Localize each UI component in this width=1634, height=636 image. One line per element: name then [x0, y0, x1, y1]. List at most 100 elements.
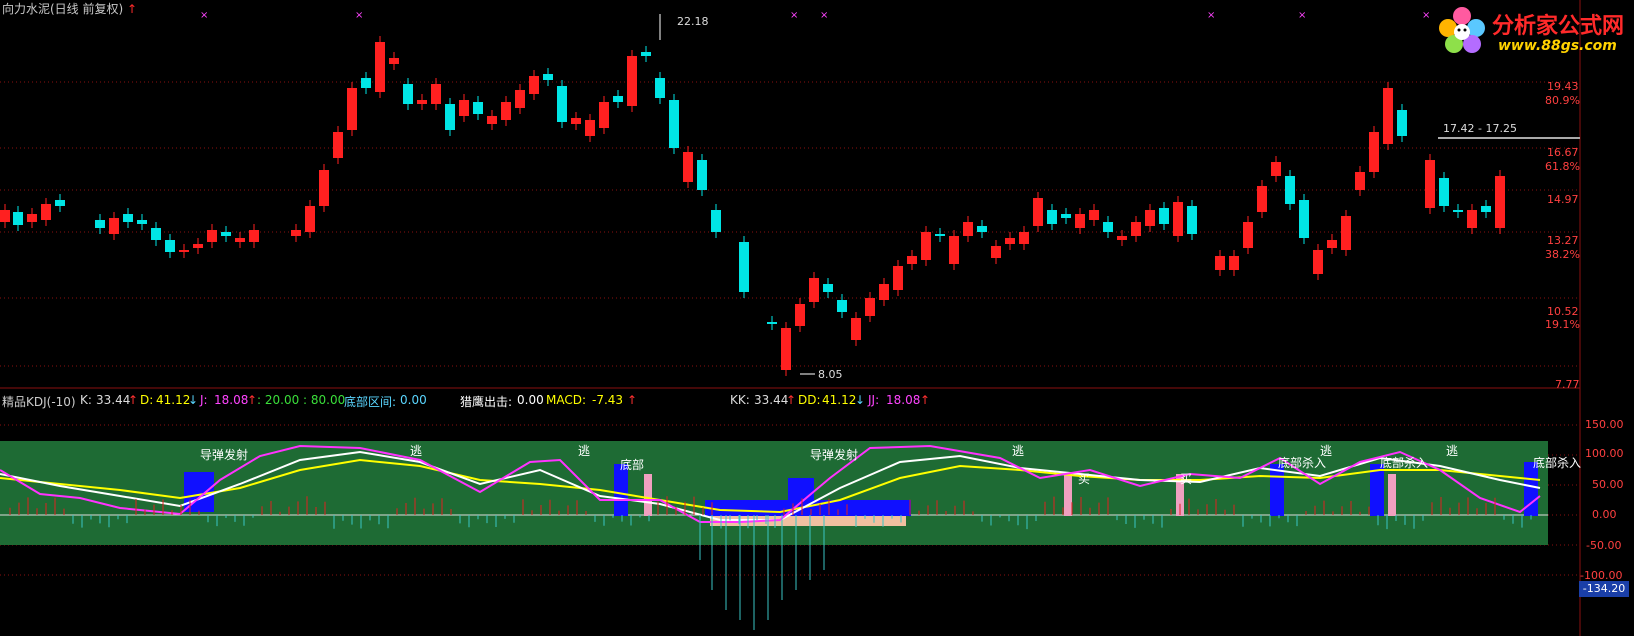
level-values: : 20.00 : 80.00 — [257, 393, 346, 407]
candle-body — [767, 322, 777, 324]
candle-body — [879, 284, 889, 300]
candle-body — [571, 118, 581, 124]
candle-body — [207, 230, 217, 242]
candle-body — [1481, 206, 1491, 212]
candle-body — [865, 298, 875, 316]
candle-body — [27, 214, 37, 222]
indicator-name[interactable]: 精品KDJ(-10) — [2, 393, 76, 410]
candle-body — [55, 200, 65, 206]
price-axis-pct: 80.9% — [1545, 94, 1580, 107]
candle-body — [1285, 176, 1295, 204]
signal-bottom-kill: 底部杀入 — [1278, 456, 1327, 470]
candle-body — [249, 230, 259, 242]
candle-body — [1117, 236, 1127, 240]
candle-body — [515, 90, 525, 108]
candle-body — [319, 170, 329, 206]
candle-body — [1425, 160, 1435, 208]
candle-body — [473, 102, 483, 114]
sub-axis-min-box: -134.20 — [1579, 581, 1629, 597]
candle-body — [1215, 256, 1225, 270]
candle-body — [1453, 210, 1463, 212]
candle-body — [151, 228, 161, 240]
candle-body — [851, 318, 861, 340]
candle-body — [417, 100, 427, 104]
candle-body — [165, 240, 175, 252]
hunt-value: 0.00 — [517, 393, 544, 407]
sub-axis-label: 150.00 — [1585, 418, 1624, 431]
signal-bottom: 底部 — [620, 458, 645, 472]
j-arrow-icon: ↑ — [247, 393, 258, 407]
price-axis-pct: 61.8% — [1545, 160, 1580, 173]
jj-value: 18.08 — [886, 393, 921, 407]
candle-body — [1369, 132, 1379, 172]
candle-body — [641, 52, 651, 56]
candle-body — [1075, 214, 1085, 228]
marker-x: × — [200, 10, 208, 21]
candle-body — [1271, 162, 1281, 176]
candle-body — [683, 152, 693, 182]
candle-body — [837, 300, 847, 312]
candle-body — [333, 132, 343, 158]
candle-body — [1061, 214, 1071, 218]
candle-body — [95, 220, 105, 228]
chart-canvas[interactable]: × × × × × × × — [0, 0, 1634, 636]
candle-body — [361, 78, 371, 88]
marker-x: × — [1298, 10, 1306, 21]
signal-block — [1388, 474, 1396, 516]
candle-body — [123, 214, 133, 222]
candle-body — [963, 222, 973, 236]
price-axis-pct: 38.2% — [1545, 248, 1580, 261]
candle-body — [935, 234, 945, 236]
candle-body — [1047, 210, 1057, 224]
logo-url: www.88gs.com — [1498, 38, 1617, 54]
d-value: 41.12 — [156, 393, 191, 407]
candle-body — [13, 212, 23, 225]
candle-body — [823, 284, 833, 292]
candle-body — [487, 116, 497, 124]
candle-body — [1005, 238, 1015, 244]
candle-body — [669, 100, 679, 148]
signal-escape: 逃 — [410, 444, 423, 458]
marker-x: × — [1422, 10, 1430, 21]
range-label: 17.42 - 17.25 — [1443, 122, 1517, 135]
candle-body — [459, 100, 469, 116]
stock-title-text: 向力水泥(日线 前复权) — [2, 2, 124, 16]
candle-body — [221, 232, 231, 236]
sub-axis-label: -50.00 — [1586, 539, 1622, 552]
candle-body — [0, 210, 10, 222]
k-value: 33.44 — [96, 393, 131, 407]
price-axis-label: 14.97 — [1547, 193, 1579, 206]
high-price-label: 22.18 — [677, 15, 709, 28]
candle-body — [655, 78, 665, 98]
price-axis-label: 10.52 — [1547, 305, 1579, 318]
candle-body — [599, 102, 609, 128]
candle-body — [445, 104, 455, 130]
low-price-label: 8.05 — [818, 368, 843, 381]
candle-body — [893, 266, 903, 290]
candle-body — [949, 236, 959, 264]
candle-body — [1257, 186, 1267, 212]
dd-label: DD: — [798, 393, 821, 407]
candle-body — [557, 86, 567, 122]
candle-body — [235, 238, 245, 242]
candle-body — [1397, 110, 1407, 136]
candle-body — [179, 250, 189, 252]
signal-block — [1064, 474, 1072, 516]
chart-stage[interactable]: × × × × × × × 向力水泥(日线 前复权) ↑ 分析家公式网 www.88gs.c… — [0, 0, 1634, 636]
sub-axis-label: 0.00 — [1592, 508, 1617, 521]
logo-text: 分析家公式网 — [1492, 14, 1625, 39]
dd-arrow-icon: ↓ — [855, 393, 866, 407]
k-label: K: — [80, 393, 92, 407]
candle-body — [697, 160, 707, 190]
candle-body — [41, 204, 51, 220]
candle-body — [627, 56, 637, 106]
candle-body — [781, 328, 791, 370]
signal-block — [705, 500, 911, 516]
candle-body — [109, 218, 119, 234]
candle-body — [1229, 256, 1239, 270]
d-arrow-icon: ↓ — [188, 393, 199, 407]
jj-label: JJ: — [868, 393, 880, 407]
candle-body — [1131, 222, 1141, 236]
jj-arrow-icon: ↑ — [920, 393, 931, 407]
candle-body — [1355, 172, 1365, 190]
